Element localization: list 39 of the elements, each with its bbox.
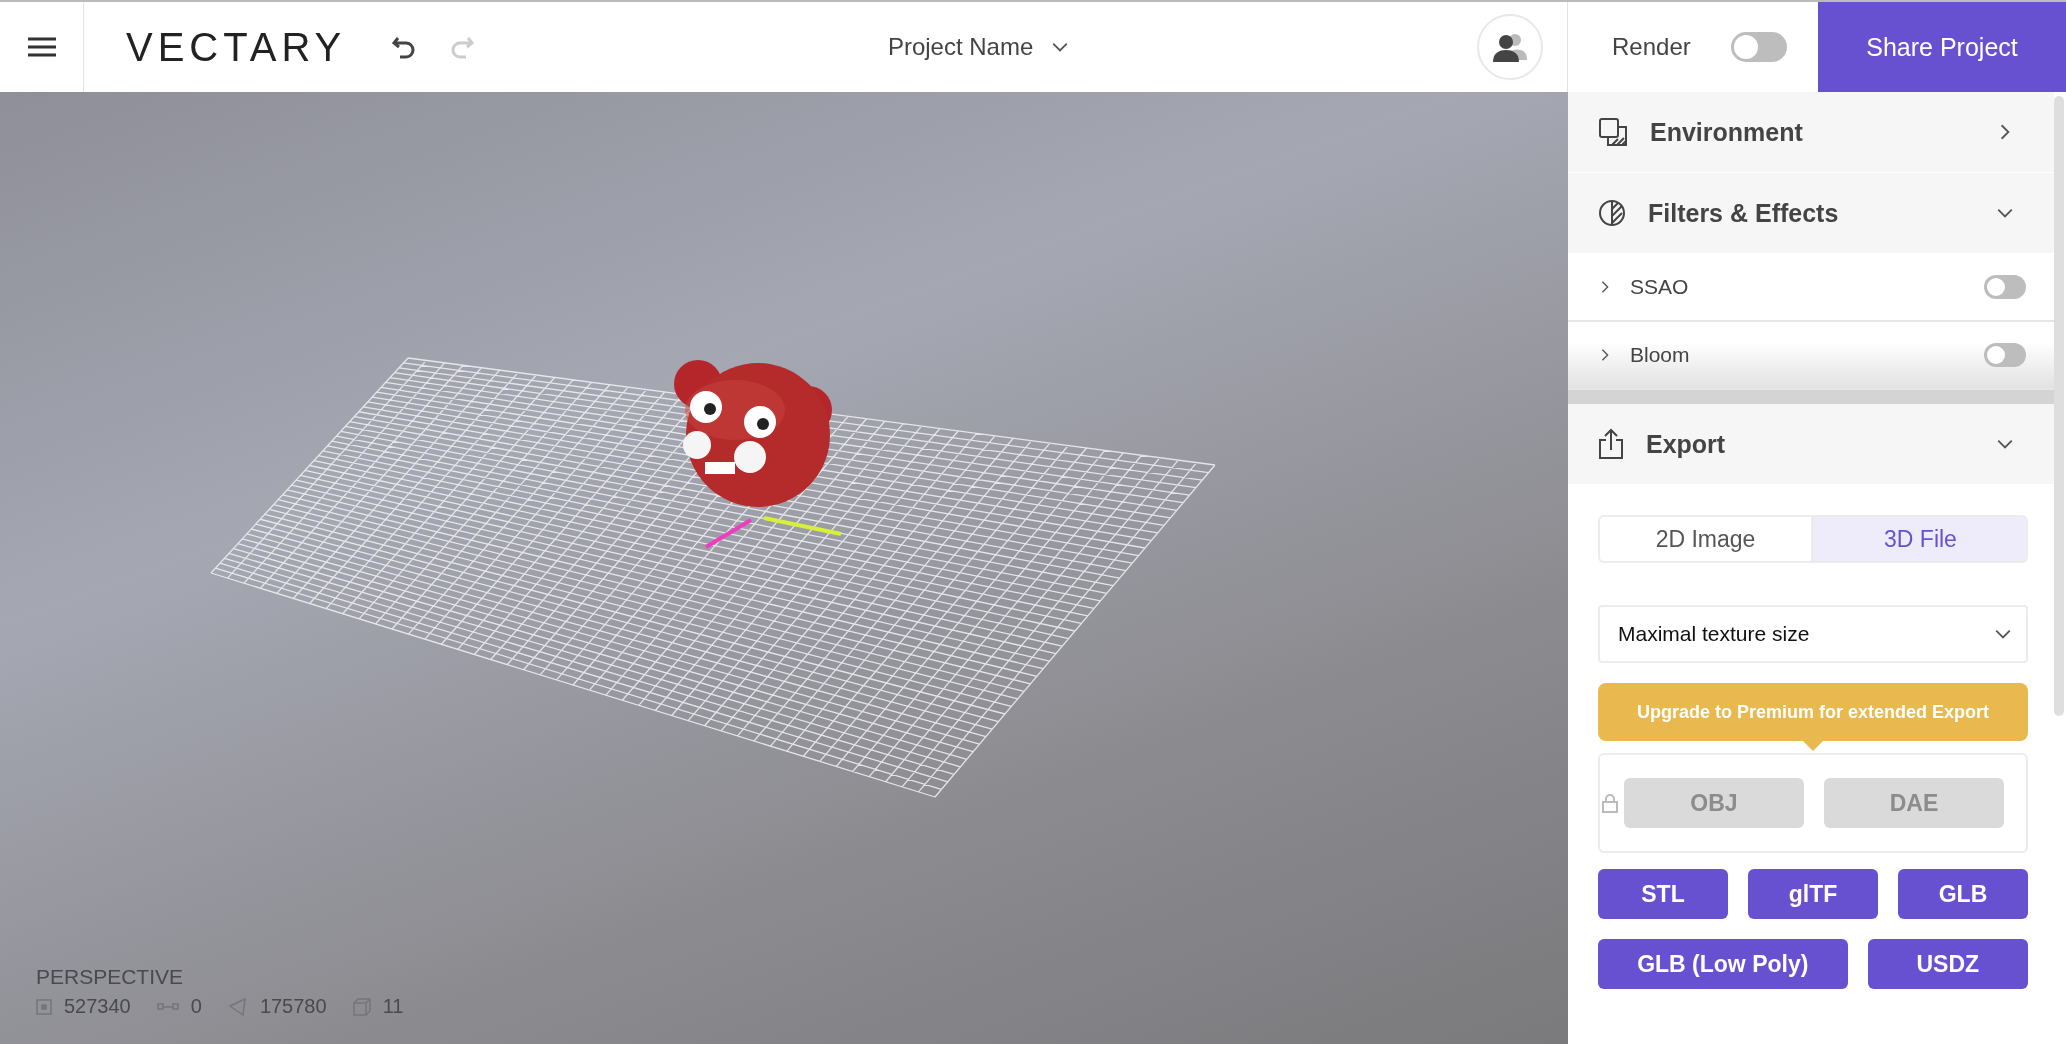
share-icon — [1598, 428, 1624, 460]
format-button[interactable]: glTF — [1748, 869, 1878, 919]
effect-toggle[interactable] — [1984, 275, 2026, 299]
share-project-button[interactable]: Share Project — [1818, 2, 2066, 92]
render-label: Render — [1612, 33, 1691, 61]
stat-value: 11 — [382, 995, 404, 1018]
stat-value: 527340 — [64, 995, 131, 1018]
layers-icon — [1598, 117, 1628, 147]
edge-icon — [156, 1001, 179, 1012]
section-header[interactable]: Export — [1568, 404, 2054, 485]
menu-icon — [27, 37, 56, 57]
lock-icon — [1602, 793, 1618, 813]
export-tab[interactable]: 2D Image — [1598, 515, 1813, 563]
scrollbar[interactable] — [2054, 96, 2064, 716]
half-circle-icon — [1598, 199, 1626, 227]
texture-size-select[interactable]: Maximal texture size — [1598, 605, 2028, 663]
3d-scene-drawing[interactable] — [210, 357, 1216, 798]
export-tab[interactable]: 3D File — [1813, 515, 2028, 563]
project-name-dropdown[interactable]: Project Name — [881, 32, 1076, 62]
format-button[interactable]: STL — [1598, 869, 1728, 919]
stat-value: 175780 — [259, 995, 327, 1018]
upgrade-banner: Upgrade to Premium for extended Export — [1598, 683, 2028, 741]
effect-expander[interactable]: SSAO — [1598, 275, 1984, 299]
render-toggle[interactable] — [1730, 32, 1787, 62]
section-header[interactable]: Filters & Effects — [1568, 173, 2054, 254]
effect-toggle[interactable] — [1984, 343, 2026, 367]
format-button[interactable]: GLB — [1898, 869, 2028, 919]
banner-pointer-icon — [1803, 741, 1823, 751]
users-icon — [1493, 32, 1527, 62]
polygon-icon — [227, 996, 248, 1017]
camera-label: PERSPECTIVE — [36, 965, 185, 989]
format-button[interactable]: USDZ — [1867, 939, 2028, 989]
cube-icon — [352, 997, 371, 1016]
format-button[interactable]: GLB (Low Poly) — [1598, 939, 1848, 989]
logo: VECTARY — [126, 24, 347, 70]
section-header[interactable]: Environment — [1568, 92, 2054, 173]
vertex-icon — [36, 998, 52, 1015]
stat-value: 0 — [190, 995, 202, 1018]
effect-expander[interactable]: Bloom — [1598, 343, 1984, 367]
